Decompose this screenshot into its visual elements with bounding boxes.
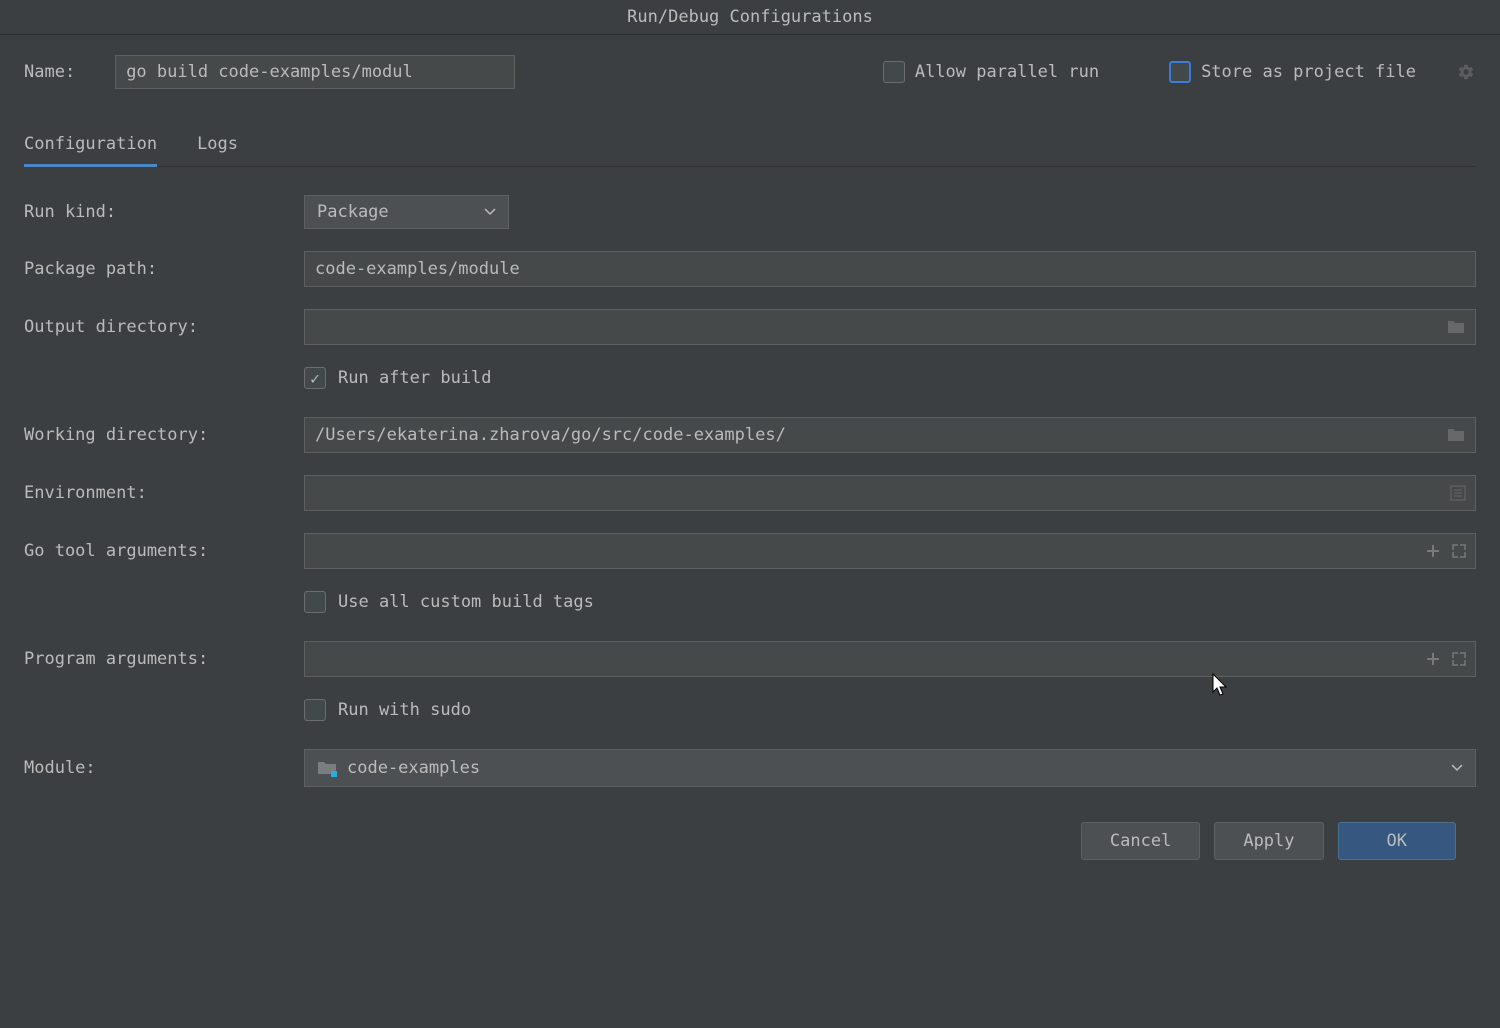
- plus-icon[interactable]: [1426, 544, 1440, 558]
- checkbox-icon: [304, 367, 326, 389]
- go-tool-args-input[interactable]: [304, 533, 1476, 569]
- environment-input[interactable]: [304, 475, 1476, 511]
- working-dir-row: Working directory:: [24, 417, 1476, 453]
- run-sudo-label: Run with sudo: [338, 700, 471, 720]
- plus-icon[interactable]: [1426, 652, 1440, 666]
- run-kind-label: Run kind:: [24, 202, 304, 222]
- chevron-down-icon: [484, 208, 496, 216]
- package-path-label: Package path:: [24, 259, 304, 279]
- run-debug-dialog: Run/Debug Configurations Name: Allow par…: [0, 0, 1500, 880]
- allow-parallel-run-checkbox[interactable]: Allow parallel run: [883, 61, 1099, 83]
- working-dir-label: Working directory:: [24, 425, 304, 445]
- tab-configuration[interactable]: Configuration: [24, 124, 157, 166]
- button-bar: Cancel Apply OK: [24, 822, 1476, 860]
- apply-button[interactable]: Apply: [1214, 822, 1323, 860]
- module-value: code-examples: [347, 758, 480, 778]
- use-custom-tags-checkbox[interactable]: Use all custom build tags: [304, 591, 1476, 613]
- folder-browse-icon[interactable]: [1446, 319, 1466, 335]
- name-label: Name:: [24, 62, 75, 82]
- checkbox-icon: [1169, 61, 1191, 83]
- output-dir-input[interactable]: [304, 309, 1476, 345]
- expand-icon[interactable]: [1452, 544, 1466, 558]
- checkbox-icon: [304, 699, 326, 721]
- working-dir-input[interactable]: [304, 417, 1476, 453]
- module-select[interactable]: code-examples: [304, 749, 1476, 787]
- output-dir-label: Output directory:: [24, 317, 304, 337]
- module-row: Module: code-examples: [24, 749, 1476, 787]
- package-path-input[interactable]: [304, 251, 1476, 287]
- module-label: Module:: [24, 758, 304, 778]
- program-args-label: Program arguments:: [24, 649, 304, 669]
- run-sudo-checkbox[interactable]: Run with sudo: [304, 699, 1476, 721]
- store-project-label: Store as project file: [1201, 62, 1416, 82]
- allow-parallel-label: Allow parallel run: [915, 62, 1099, 82]
- run-kind-row: Run kind: Package: [24, 195, 1476, 229]
- dialog-content: Name: Allow parallel run Store as projec…: [0, 35, 1500, 880]
- cancel-button[interactable]: Cancel: [1081, 822, 1200, 860]
- package-path-row: Package path:: [24, 251, 1476, 287]
- gear-icon[interactable]: [1456, 62, 1476, 82]
- name-row: Name: Allow parallel run Store as projec…: [24, 55, 1476, 89]
- environment-label: Environment:: [24, 483, 304, 503]
- program-args-row: Program arguments:: [24, 641, 1476, 677]
- window-title: Run/Debug Configurations: [627, 7, 873, 27]
- checkbox-icon: [304, 591, 326, 613]
- tabs: Configuration Logs: [24, 124, 1476, 167]
- go-tool-args-row: Go tool arguments:: [24, 533, 1476, 569]
- store-project-file-checkbox[interactable]: Store as project file: [1169, 61, 1416, 83]
- environment-row: Environment:: [24, 475, 1476, 511]
- run-after-build-label: Run after build: [338, 368, 492, 388]
- titlebar: Run/Debug Configurations: [0, 0, 1500, 35]
- program-args-input[interactable]: [304, 641, 1476, 677]
- expand-icon[interactable]: [1452, 652, 1466, 666]
- run-kind-select[interactable]: Package: [304, 195, 509, 229]
- use-custom-tags-label: Use all custom build tags: [338, 592, 594, 612]
- run-after-build-checkbox[interactable]: Run after build: [304, 367, 1476, 389]
- checkbox-icon: [883, 61, 905, 83]
- chevron-down-icon: [1451, 764, 1463, 772]
- name-input[interactable]: [115, 55, 515, 89]
- ok-button[interactable]: OK: [1338, 822, 1456, 860]
- go-tool-args-label: Go tool arguments:: [24, 541, 304, 561]
- output-dir-row: Output directory:: [24, 309, 1476, 345]
- module-folder-icon: [317, 760, 337, 776]
- folder-browse-icon[interactable]: [1446, 427, 1466, 443]
- list-edit-icon[interactable]: [1450, 485, 1466, 501]
- run-kind-value: Package: [317, 202, 389, 222]
- tab-logs[interactable]: Logs: [197, 124, 238, 166]
